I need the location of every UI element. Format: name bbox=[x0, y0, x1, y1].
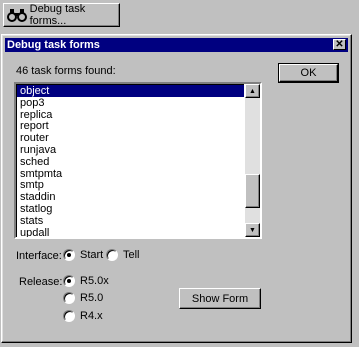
count-label: 46 task forms found: bbox=[16, 65, 116, 77]
list-item[interactable]: object bbox=[17, 85, 244, 97]
radio-selected-icon bbox=[63, 275, 75, 287]
task-forms-list[interactable]: object pop3 replica report router runjava sche… bbox=[14, 82, 262, 239]
ok-label: OK bbox=[300, 67, 317, 79]
ok-button[interactable]: OK bbox=[278, 63, 339, 83]
release-option-r50x[interactable]: R5.0x bbox=[63, 275, 109, 287]
show-form-button[interactable]: Show Form bbox=[179, 288, 261, 309]
list-item[interactable]: runjava bbox=[17, 144, 244, 156]
release-option-r4x[interactable]: R4.x bbox=[63, 310, 103, 322]
show-form-label: Show Form bbox=[191, 292, 249, 305]
scroll-up-arrow-icon: ▲ bbox=[249, 87, 256, 95]
list-item[interactable]: report bbox=[17, 120, 244, 132]
release-label: Release: bbox=[19, 276, 63, 288]
list-scrollbar[interactable]: ▲ ▼ bbox=[245, 84, 260, 237]
list-item[interactable]: updall bbox=[17, 227, 244, 237]
radio-unselected-icon bbox=[106, 249, 118, 261]
list-items-container: object pop3 replica report router runjava sche… bbox=[16, 84, 244, 237]
list-item[interactable]: smtp bbox=[17, 179, 244, 191]
debug-task-forms-button[interactable]: Debug task forms... bbox=[3, 3, 120, 27]
release-option-label: R5.0 bbox=[80, 292, 104, 304]
list-item[interactable]: stats bbox=[17, 215, 244, 227]
radio-selected-icon bbox=[63, 249, 75, 261]
list-item[interactable]: statlog bbox=[17, 203, 244, 215]
scroll-down-button[interactable]: ▼ bbox=[245, 223, 260, 237]
debug-button-label: Debug task forms... bbox=[29, 3, 86, 27]
interface-option-label: Tell bbox=[123, 249, 140, 261]
interface-option-tell[interactable]: Tell bbox=[106, 249, 140, 261]
list-item[interactable]: sched bbox=[17, 156, 244, 168]
close-button[interactable]: ✕ bbox=[333, 39, 346, 50]
list-item[interactable]: staddin bbox=[17, 191, 244, 203]
interface-option-start[interactable]: Start bbox=[63, 249, 103, 261]
release-option-r50[interactable]: R5.0 bbox=[63, 292, 103, 304]
close-icon: ✕ bbox=[335, 39, 344, 50]
interface-option-label: Start bbox=[80, 249, 104, 261]
debug-task-forms-dialog: Debug task forms ✕ 46 task forms found: … bbox=[1, 34, 352, 343]
list-item[interactable]: replica bbox=[17, 109, 244, 121]
list-item[interactable]: router bbox=[17, 132, 244, 144]
dialog-title: Debug task forms bbox=[7, 39, 100, 51]
release-option-label: R4.x bbox=[80, 310, 103, 322]
radio-unselected-icon bbox=[63, 310, 75, 322]
release-option-label: R5.0x bbox=[80, 275, 109, 287]
list-item[interactable]: pop3 bbox=[17, 97, 244, 109]
radio-unselected-icon bbox=[63, 292, 75, 304]
dialog-titlebar: Debug task forms ✕ bbox=[5, 38, 348, 52]
scroll-thumb[interactable] bbox=[245, 174, 260, 208]
toolbar: Debug task forms... bbox=[0, 0, 359, 34]
interface-label: Interface: bbox=[16, 250, 62, 262]
binoculars-icon bbox=[7, 6, 28, 24]
scroll-up-button[interactable]: ▲ bbox=[245, 84, 260, 98]
list-item[interactable]: smtpmta bbox=[17, 168, 244, 180]
scroll-down-arrow-icon: ▼ bbox=[249, 226, 256, 234]
